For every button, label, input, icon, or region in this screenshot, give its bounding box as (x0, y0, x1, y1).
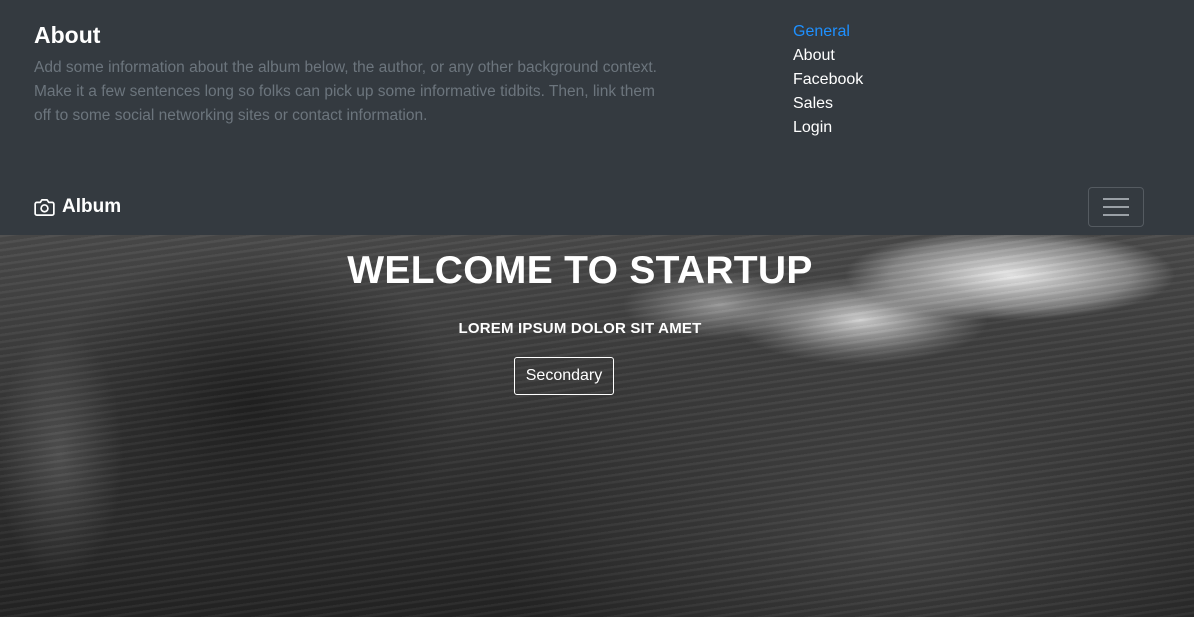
about-section: About Add some information about the alb… (34, 20, 674, 128)
link-sales[interactable]: Sales (793, 92, 863, 116)
link-about[interactable]: About (793, 44, 863, 68)
hero-section: WELCOME TO STARTUP LOREM IPSUM DOLOR SIT… (0, 235, 1194, 617)
hamburger-icon-line-2 (1103, 206, 1129, 208)
about-title: About (34, 22, 101, 48)
links-list: General About Facebook Sales Login (793, 20, 863, 140)
link-facebook[interactable]: Facebook (793, 68, 863, 92)
navbar: Album (0, 180, 1194, 235)
hero-title: WELCOME TO STARTUP (347, 249, 813, 292)
header-collapse: About Add some information about the alb… (0, 0, 1194, 180)
link-login[interactable]: Login (793, 116, 863, 140)
about-text: Add some information about the album bel… (34, 59, 657, 124)
link-general[interactable]: General (793, 20, 863, 44)
hamburger-icon-line-1 (1103, 198, 1129, 200)
hero-content: WELCOME TO STARTUP LOREM IPSUM DOLOR SIT… (0, 235, 1160, 395)
brand-label: Album (62, 196, 122, 217)
hero-subtitle: LOREM IPSUM DOLOR SIT AMET (458, 320, 702, 337)
navbar-toggler-button[interactable] (1088, 187, 1144, 227)
camera-icon (34, 198, 55, 216)
brand-link[interactable]: Album (34, 196, 121, 218)
hamburger-icon-line-3 (1103, 214, 1129, 216)
secondary-button[interactable]: Secondary (513, 357, 615, 395)
